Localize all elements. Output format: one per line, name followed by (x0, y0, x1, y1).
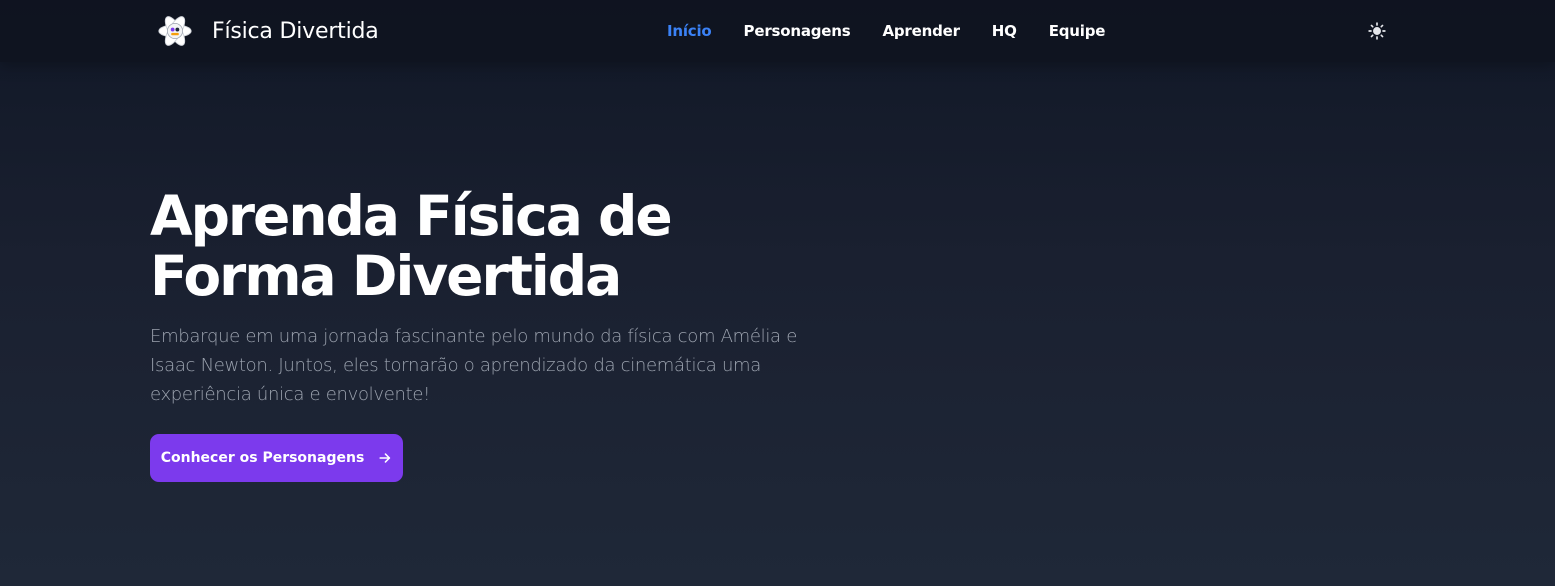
nav-item-personagens[interactable]: Personagens (744, 22, 851, 40)
nav-item-hq[interactable]: HQ (992, 22, 1017, 40)
hero-title-line-2: Forma Divertida (150, 244, 622, 308)
hero-subtitle: Embarque em uma jornada fascinante pelo … (150, 326, 797, 405)
hero-section: Aprenda Física de Forma Divertida Embarq… (150, 186, 830, 409)
navbar: Física Divertida Início Personagens Apre… (0, 0, 1555, 62)
meet-characters-button[interactable]: Conhecer os Personagens (150, 434, 403, 482)
hero-title-line-1: Aprenda Física de (150, 184, 673, 248)
brand-link[interactable]: Física Divertida (156, 12, 379, 50)
nav-item-aprender[interactable]: Aprender (882, 22, 960, 40)
main-nav: Início Personagens Aprender HQ Equipe (667, 0, 1105, 62)
nav-item-equipe[interactable]: Equipe (1049, 22, 1106, 40)
brand-name: Física Divertida (212, 18, 379, 44)
cta-label: Conhecer os Personagens (160, 450, 365, 466)
hero-title: Aprenda Física de Forma Divertida (150, 186, 830, 306)
nav-item-inicio[interactable]: Início (667, 22, 712, 40)
sun-icon (1368, 22, 1386, 40)
arrow-right-icon (379, 453, 391, 463)
atom-logo-icon (158, 16, 192, 46)
theme-toggle-button[interactable] (1366, 20, 1388, 42)
